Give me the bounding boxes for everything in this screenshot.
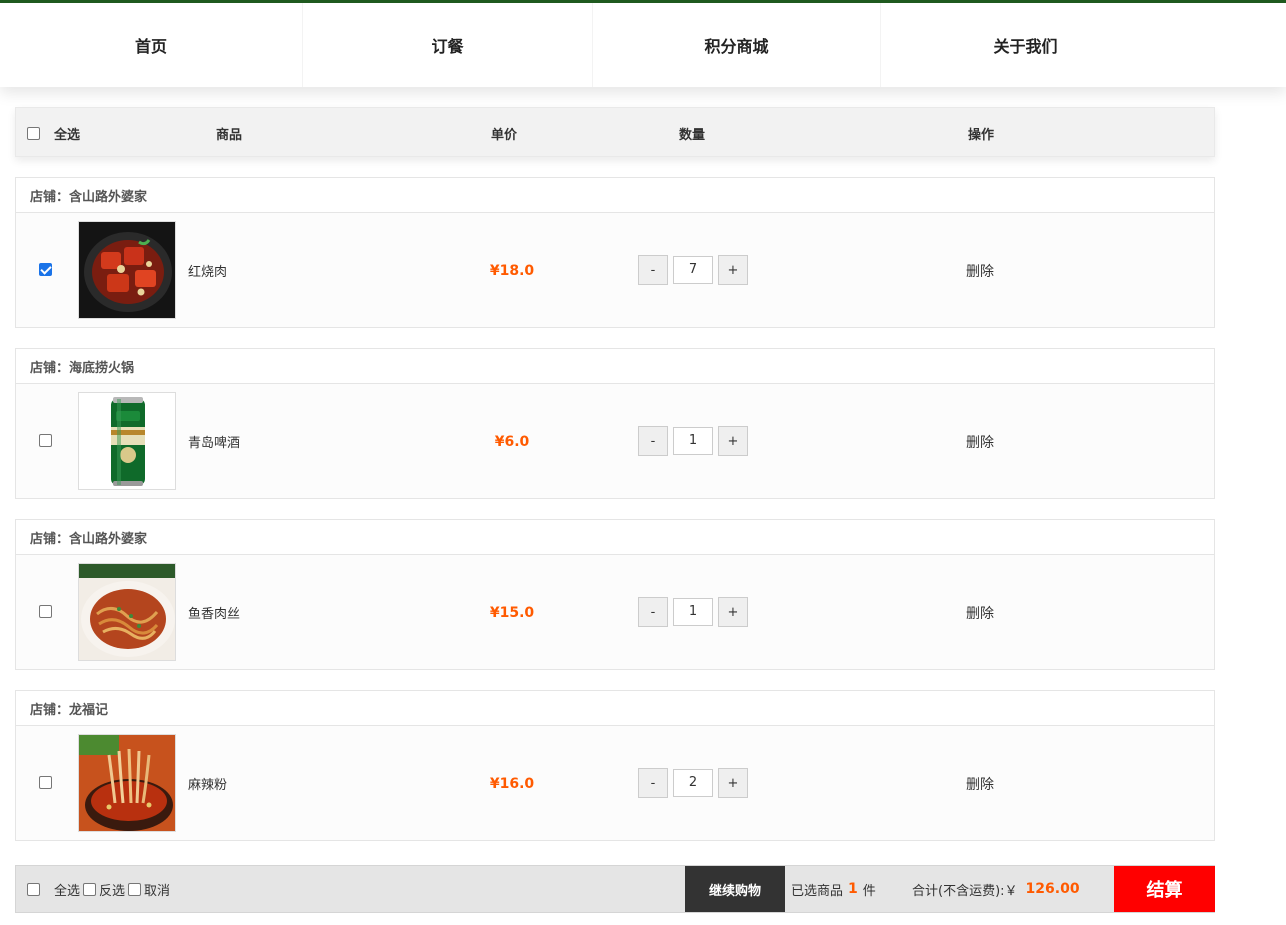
invert-selection-checkbox[interactable] bbox=[83, 882, 97, 896]
quantity-stepper: - 1 + bbox=[638, 426, 748, 456]
item-name: 红烧肉 bbox=[188, 265, 228, 280]
select-all-header: 全选 bbox=[27, 108, 80, 158]
quantity-stepper: - 7 + bbox=[638, 255, 748, 285]
nav-home[interactable]: 首页 bbox=[0, 3, 303, 87]
delete-link[interactable]: 删除 bbox=[966, 213, 994, 328]
total-label: 合计(不含运费):￥ bbox=[912, 883, 1018, 899]
quantity-column-header: 数量 bbox=[679, 127, 706, 143]
increase-quantity-button[interactable]: + bbox=[718, 426, 748, 456]
increase-quantity-button[interactable]: + bbox=[718, 768, 748, 798]
delete-link[interactable]: 删除 bbox=[966, 555, 994, 670]
shop-group: 店铺：含山路外婆家 红烧肉 ¥18.0 - 7 + 删除 bbox=[15, 177, 1215, 328]
spicy-noodles-image bbox=[78, 734, 176, 832]
item-price: ¥16.0 bbox=[489, 775, 535, 792]
select-all-checkbox[interactable] bbox=[27, 126, 40, 140]
selected-prefix: 已选商品 bbox=[791, 883, 844, 899]
decrease-quantity-button[interactable]: - bbox=[638, 255, 668, 285]
footer-select-controls: 全选 反选 取消 bbox=[27, 866, 170, 912]
total-summary: 合计(不含运费):￥ 126.00 bbox=[912, 866, 1080, 912]
shop-title: 店铺：含山路外婆家 bbox=[15, 177, 1215, 213]
quantity-input[interactable]: 1 bbox=[673, 427, 713, 455]
cancel-selection-checkbox[interactable] bbox=[128, 882, 142, 896]
shop-title: 店铺：海底捞火锅 bbox=[15, 348, 1215, 384]
item-checkbox[interactable] bbox=[39, 263, 52, 276]
selected-items-summary: 已选商品 1 件 bbox=[791, 866, 876, 912]
quantity-stepper: - 2 + bbox=[638, 768, 748, 798]
nav-bar: 首页 订餐 积分商城 关于我们 bbox=[0, 3, 1170, 87]
shopping-cart: 全选 商品 单价 数量 操作 店铺：含山路外婆家 红烧肉 ¥18.0 - 7 +… bbox=[15, 107, 1215, 841]
increase-quantity-button[interactable]: + bbox=[718, 597, 748, 627]
shop-group: 店铺：含山路外婆家 鱼香肉丝 ¥15.0 - 1 + 删除 bbox=[15, 519, 1215, 670]
cart-footer: 全选 反选 取消 继续购物 已选商品 1 件 合计(不含运费):￥ 126.00… bbox=[15, 865, 1215, 913]
quantity-input[interactable]: 2 bbox=[673, 769, 713, 797]
beer-can-image bbox=[78, 392, 176, 490]
item-name: 青岛啤酒 bbox=[188, 436, 241, 451]
nav-order[interactable]: 订餐 bbox=[303, 3, 593, 87]
cart-header: 全选 商品 单价 数量 操作 bbox=[15, 107, 1215, 157]
item-checkbox[interactable] bbox=[39, 434, 52, 447]
cart-item-row: 青岛啤酒 ¥6.0 - 1 + 删除 bbox=[15, 384, 1215, 499]
item-price: ¥6.0 bbox=[494, 433, 530, 450]
decrease-quantity-button[interactable]: - bbox=[638, 768, 668, 798]
braised-pork-image bbox=[78, 221, 176, 319]
shop-title: 店铺：龙福记 bbox=[15, 690, 1215, 726]
footer-select-all-label: 全选 bbox=[54, 883, 81, 899]
quantity-input[interactable]: 7 bbox=[673, 256, 713, 284]
cart-item-row: 红烧肉 ¥18.0 - 7 + 删除 bbox=[15, 213, 1215, 328]
shredded-pork-image bbox=[78, 563, 176, 661]
delete-link[interactable]: 删除 bbox=[966, 726, 994, 841]
shop-group: 店铺：龙福记 麻辣粉 ¥16.0 - 2 + 删除 bbox=[15, 690, 1215, 841]
delete-link[interactable]: 删除 bbox=[966, 384, 994, 499]
decrease-quantity-button[interactable]: - bbox=[638, 597, 668, 627]
top-navigation: 首页 订餐 积分商城 关于我们 bbox=[0, 0, 1286, 87]
operation-column-header: 操作 bbox=[968, 127, 995, 143]
total-amount: 126.00 bbox=[1025, 881, 1080, 897]
item-name: 鱼香肉丝 bbox=[188, 607, 241, 622]
item-checkbox[interactable] bbox=[39, 776, 52, 789]
cart-item-row: 鱼香肉丝 ¥15.0 - 1 + 删除 bbox=[15, 555, 1215, 670]
item-price: ¥15.0 bbox=[489, 604, 535, 621]
shop-title: 店铺：含山路外婆家 bbox=[15, 519, 1215, 555]
footer-select-all-checkbox[interactable] bbox=[27, 882, 40, 896]
cancel-selection-label: 取消 bbox=[144, 883, 171, 899]
quantity-input[interactable]: 1 bbox=[673, 598, 713, 626]
increase-quantity-button[interactable]: + bbox=[718, 255, 748, 285]
nav-about-us[interactable]: 关于我们 bbox=[881, 3, 1170, 87]
item-name: 麻辣粉 bbox=[188, 778, 228, 793]
item-price: ¥18.0 bbox=[489, 262, 535, 279]
shop-group: 店铺：海底捞火锅 青岛啤酒 ¥6.0 - 1 + 删除 bbox=[15, 348, 1215, 499]
item-checkbox[interactable] bbox=[39, 605, 52, 618]
continue-shopping-button[interactable]: 继续购物 bbox=[685, 866, 785, 912]
quantity-stepper: - 1 + bbox=[638, 597, 748, 627]
selected-count: 1 bbox=[848, 881, 858, 897]
checkout-button[interactable]: 结算 bbox=[1114, 866, 1215, 912]
product-column-header: 商品 bbox=[216, 127, 243, 143]
nav-points-mall[interactable]: 积分商城 bbox=[593, 3, 881, 87]
select-all-label: 全选 bbox=[54, 127, 81, 143]
cart-item-row: 麻辣粉 ¥16.0 - 2 + 删除 bbox=[15, 726, 1215, 841]
invert-selection-label: 反选 bbox=[99, 883, 126, 899]
decrease-quantity-button[interactable]: - bbox=[638, 426, 668, 456]
selected-suffix: 件 bbox=[862, 883, 876, 899]
unit-price-column-header: 单价 bbox=[491, 127, 518, 143]
